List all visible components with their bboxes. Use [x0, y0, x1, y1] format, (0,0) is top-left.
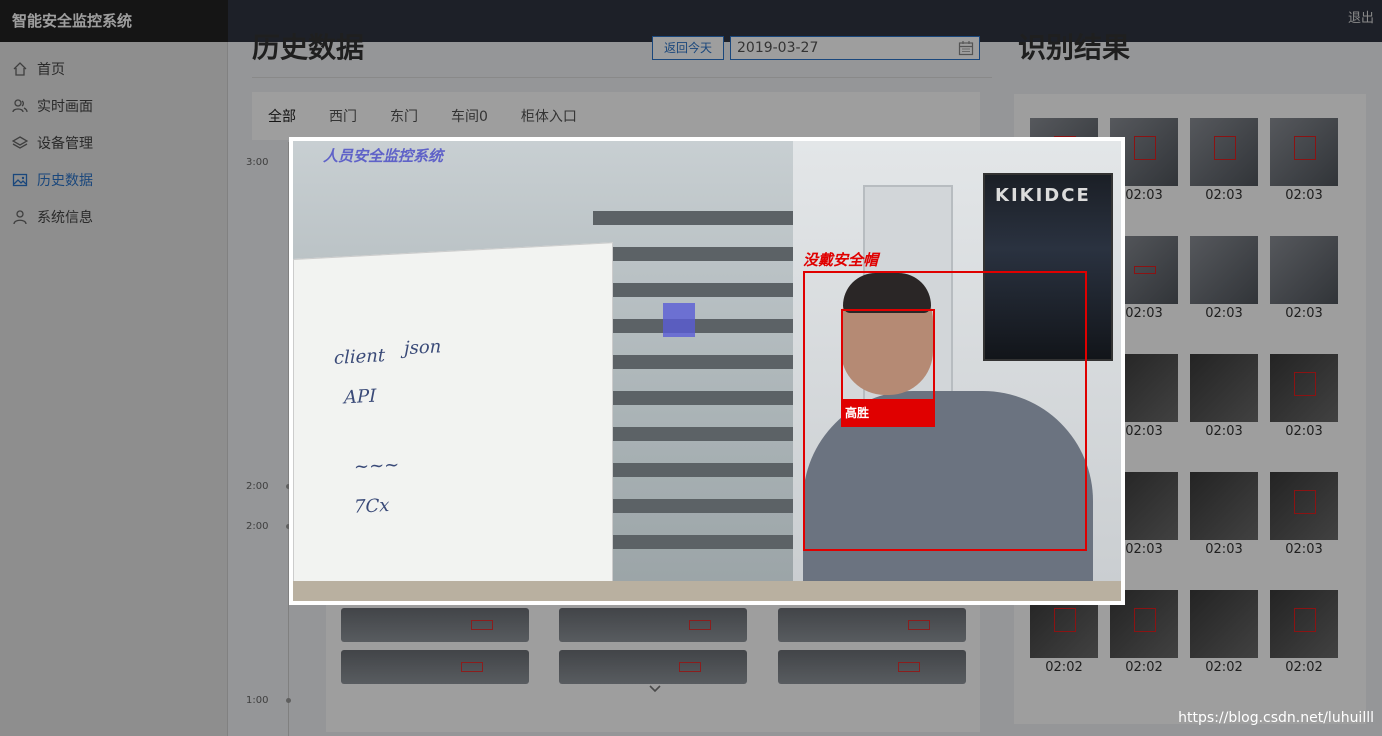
camera-frame: KIKIDCE client json API ~~~ 7Cx 人员安全监控系统… — [293, 141, 1121, 601]
camera-title: 人员安全监控系统 — [323, 147, 444, 165]
scene-table — [293, 581, 1121, 601]
face-box — [841, 309, 935, 401]
person-name-tag: 高胜 — [841, 401, 935, 427]
alert-label: 没戴安全帽 — [803, 251, 879, 269]
scene-whiteboard: client json API ~~~ 7Cx — [293, 242, 613, 601]
watermark: https://blog.csdn.net/luhuilll — [1178, 710, 1374, 726]
scene-object — [663, 303, 695, 337]
poster-text: KIKIDCE — [995, 185, 1091, 206]
image-preview-modal: KIKIDCE client json API ~~~ 7Cx 人员安全监控系统… — [289, 137, 1125, 605]
